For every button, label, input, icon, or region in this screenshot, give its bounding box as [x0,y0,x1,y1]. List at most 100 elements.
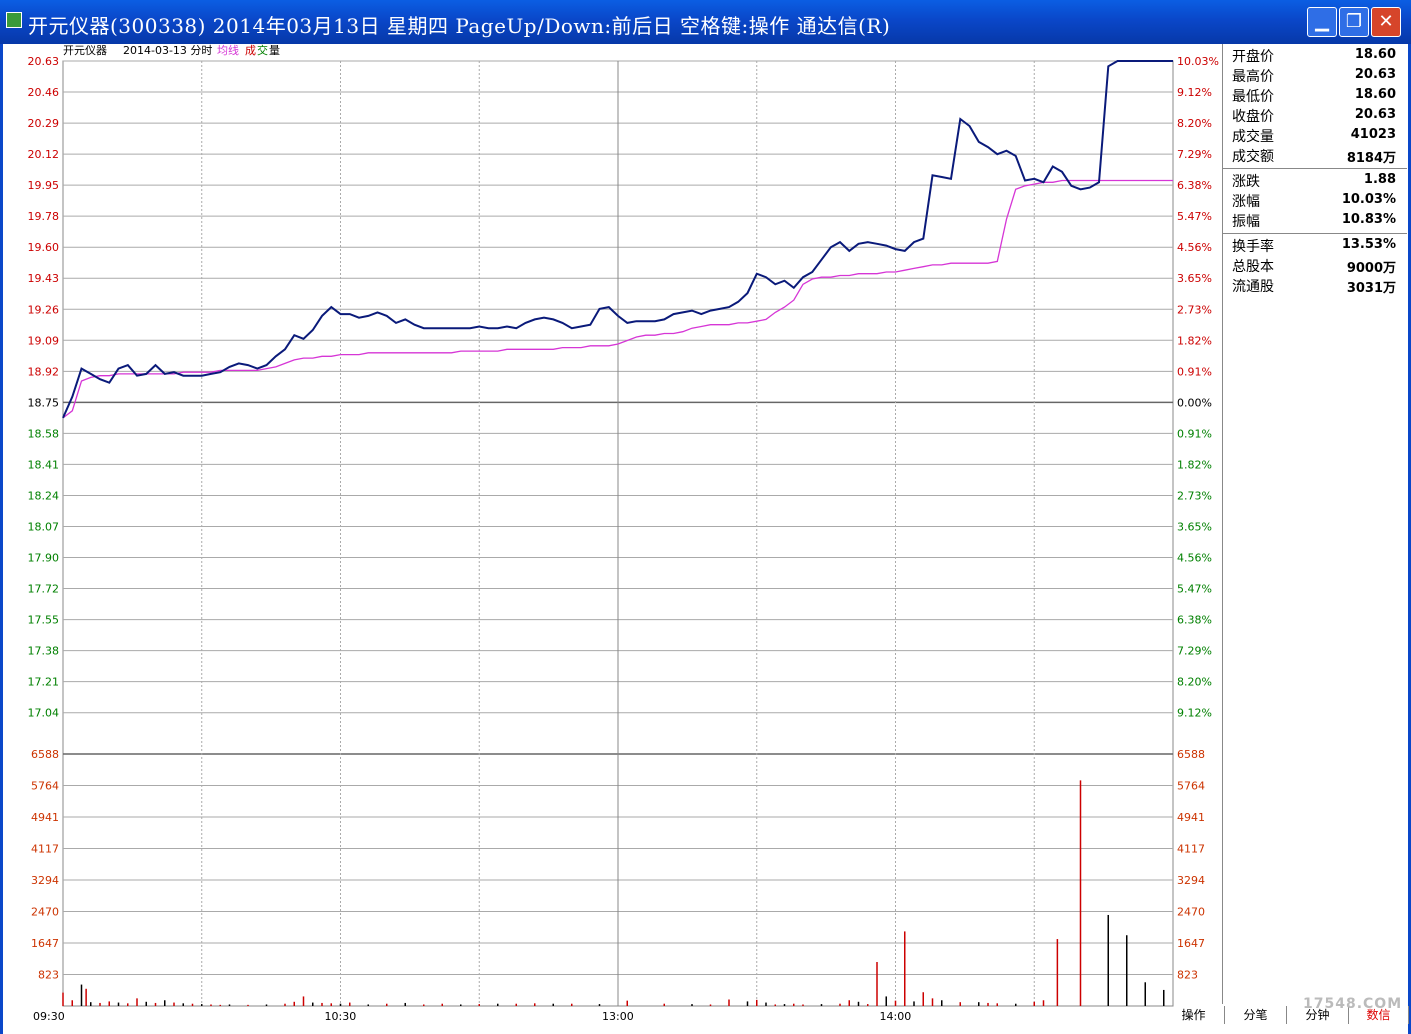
price-tick-label: 19.09 [28,334,60,347]
price-tick-label: 19.60 [28,241,60,254]
info-value: 1.88 [1363,172,1396,187]
close-button[interactable]: ✕ [1371,7,1401,37]
window-frame: 20.63 10.03% 20.46 9.12% 20.29 8.20% 20.12 7.29… [0,44,1411,1034]
price-tick-label: 18.41 [28,458,60,471]
vol-legend-b: 交 [257,44,268,57]
price-tick-label: 17.72 [28,583,60,596]
price-tick-label: 20.63 [28,55,60,68]
volume-tick-label: 823 [38,969,59,982]
stock-name: 开元仪器 [63,44,107,57]
price-tick-label: 20.29 [28,117,60,130]
percent-tick-label: 3.65% [1177,520,1212,533]
volume-tick-label: 823 [1177,969,1198,982]
time-tick-label: 09:30 [33,1010,65,1023]
price-tick-label: 18.58 [28,427,60,440]
price-tick-label: 17.04 [28,707,60,720]
time-tick-label: 10:30 [325,1010,357,1023]
percent-tick-label: 5.47% [1177,210,1212,223]
percent-tick-label: 10.03% [1177,55,1219,68]
info-value: 10.83% [1341,212,1396,227]
app-icon [6,12,22,28]
percent-tick-label: 0.91% [1177,427,1212,440]
percent-tick-label: 1.82% [1177,334,1212,347]
info-label: 振幅 [1232,214,1260,230]
info-label: 最高价 [1232,69,1274,85]
price-tick-label: 18.24 [28,489,60,502]
price-tick-label: 20.46 [28,86,60,99]
volume-tick-label: 4941 [31,811,59,824]
price-tick-label: 19.26 [28,303,60,316]
info-label: 成交额 [1232,149,1274,165]
tab-1[interactable]: 分笔 [1225,1006,1287,1024]
volume-tick-label: 4117 [1177,843,1205,856]
info-row: 最高价 20.63 [1232,66,1402,86]
volume-tick-label: 3294 [1177,874,1205,887]
tab-0[interactable]: 操作 [1163,1006,1225,1024]
percent-tick-label: 4.56% [1177,241,1212,254]
info-row: 成交量 41023 [1232,126,1402,146]
maximize-button[interactable]: ❐ [1339,7,1369,37]
info-value: 41023 [1350,127,1396,142]
price-tick-label: 18.75 [28,396,60,409]
info-row: 总股本 9000万 [1232,256,1402,276]
percent-tick-label: 7.29% [1177,148,1212,161]
vol-legend-a: 成 [245,44,256,57]
price-tick-label: 19.95 [28,179,60,192]
percent-tick-label: 2.73% [1177,303,1212,316]
info-row: 流通股 3031万 [1232,276,1402,296]
price-tick-label: 17.55 [28,614,60,627]
percent-tick-label: 0.00% [1177,396,1212,409]
price-tick-label: 20.12 [28,148,60,161]
avg-legend: 均线 [217,44,239,57]
info-row: 涨跌 1.88 [1232,171,1402,191]
percent-tick-label: 9.12% [1177,86,1212,99]
info-row: 振幅 10.83% [1232,211,1402,231]
intraday-chart[interactable]: 20.63 10.03% 20.46 9.12% 20.29 8.20% 20.12 7.29… [3,44,1225,1034]
info-label: 最低价 [1232,89,1274,105]
info-label: 换手率 [1232,239,1274,255]
info-row: 涨幅 10.03% [1232,191,1402,211]
date-label: 2014-03-13 分时 [123,44,212,57]
info-value: 18.60 [1354,87,1396,102]
volume-tick-label: 1647 [1177,937,1205,950]
percent-tick-label: 6.38% [1177,179,1212,192]
info-value: 18.60 [1354,47,1396,62]
window-title: 开元仪器(300338) 2014年03月13日 星期四 PageUp/Down… [28,14,891,38]
percent-tick-label: 0.91% [1177,365,1212,378]
price-tick-label: 19.78 [28,210,60,223]
percent-tick-label: 5.47% [1177,583,1212,596]
info-value: 3031万 [1346,281,1396,296]
vol-legend-c: 量 [269,44,280,57]
info-label: 成交量 [1232,129,1274,145]
volume-tick-label: 4941 [1177,811,1205,824]
info-label: 流通股 [1232,279,1274,295]
volume-tick-label: 6588 [1177,748,1205,761]
price-tick-label: 18.92 [28,365,60,378]
price-tick-label: 17.90 [28,552,60,565]
minimize-button[interactable]: ▁ [1307,7,1337,37]
info-panel: 开盘价 18.60 最高价 20.63 最低价 18.60 收盘价 20.63 成交量 41023… [1222,44,1407,1004]
volume-tick-label: 1647 [31,937,59,950]
title-bar: 开元仪器(300338) 2014年03月13日 星期四 PageUp/Down… [0,0,1411,44]
watermark: 17548.COM [1303,996,1403,1012]
volume-tick-label: 3294 [31,874,59,887]
price-tick-label: 17.21 [28,676,60,689]
volume-tick-label: 2470 [1177,906,1205,919]
info-value: 20.63 [1354,67,1396,82]
volume-tick-label: 5764 [31,780,59,793]
info-value: 13.53% [1341,237,1396,252]
volume-tick-label: 2470 [31,906,59,919]
percent-tick-label: 8.20% [1177,117,1212,130]
info-value: 8184万 [1346,151,1396,166]
info-label: 涨跌 [1232,174,1260,190]
info-row: 开盘价 18.60 [1232,46,1402,66]
time-tick-label: 13:00 [602,1010,634,1023]
percent-tick-label: 2.73% [1177,489,1212,502]
info-row: 换手率 13.53% [1232,236,1402,256]
info-row: 收盘价 20.63 [1232,106,1402,126]
info-value: 10.03% [1341,192,1396,207]
info-value: 9000万 [1346,261,1396,276]
price-tick-label: 18.07 [28,520,60,533]
info-separator [1223,233,1407,234]
volume-tick-label: 6588 [31,748,59,761]
